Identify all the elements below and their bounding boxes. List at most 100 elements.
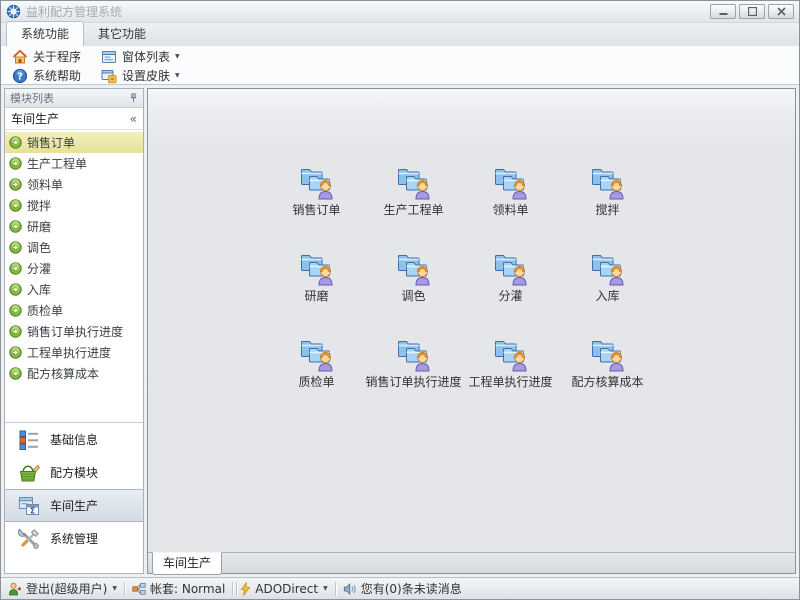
nav-formula-module[interactable]: 配方模块	[5, 456, 143, 489]
sidebar-bottom-pad	[5, 555, 143, 573]
folder-user-icon	[589, 249, 627, 286]
green-arrow-icon	[9, 178, 22, 191]
basket-icon	[17, 461, 41, 485]
shortcut-item[interactable]: 调色	[365, 249, 462, 305]
about-program-button[interactable]: 关于程序	[9, 48, 84, 65]
folder-user-icon	[298, 163, 336, 200]
shortcut-item[interactable]: 工程单执行进度	[462, 335, 559, 391]
workspace: 模块列表 车间生产 «	[1, 85, 799, 577]
sidebar-group-title: 车间生产	[11, 110, 59, 127]
close-button[interactable]	[768, 4, 794, 19]
system-help-label: 系统帮助	[33, 67, 81, 84]
ribbon-tab-row: 系统功能 其它功能	[1, 23, 799, 46]
sidebar-item[interactable]: 销售订单	[5, 132, 143, 153]
dropdown-arrow-icon: ▼	[112, 585, 117, 592]
minimize-button[interactable]	[710, 4, 736, 19]
shortcut-label: 分灌	[498, 287, 522, 304]
statusbar-separator	[124, 582, 125, 596]
dropdown-arrow-icon: ▼	[175, 72, 180, 79]
sidebar-item-label: 配方核算成本	[27, 365, 99, 382]
folder-user-icon	[298, 335, 336, 372]
sidebar-item[interactable]: 入库	[5, 279, 143, 300]
sidebar-item[interactable]: 销售订单执行进度	[5, 321, 143, 342]
shortcut-label: 搅拌	[595, 201, 619, 218]
green-arrow-icon	[9, 262, 22, 275]
sidebar-item[interactable]: 质检单	[5, 300, 143, 321]
title-bar: 益利配方管理系统	[1, 1, 799, 23]
shortcut-label: 入库	[595, 287, 619, 304]
shortcut-item[interactable]: 质检单	[268, 335, 365, 391]
svg-text:Σ: Σ	[30, 506, 35, 515]
green-arrow-icon	[9, 325, 22, 338]
tab-other-functions[interactable]: 其它功能	[84, 22, 160, 46]
set-skin-button[interactable]: 设置皮肤 ▼	[98, 67, 183, 84]
tab-system-functions[interactable]: 系统功能	[6, 21, 84, 46]
nav-system-management[interactable]: 系统管理	[5, 522, 143, 555]
shortcut-item[interactable]: 领料单	[462, 163, 559, 219]
sidebar-item[interactable]: 研磨	[5, 216, 143, 237]
shortcut-label: 生产工程单	[383, 201, 443, 218]
ado-direct-button[interactable]: ADODirect ▼	[240, 582, 327, 596]
folder-user-icon	[395, 163, 433, 200]
sidebar-item-label: 调色	[27, 239, 51, 256]
nav-system-management-label: 系统管理	[50, 530, 98, 547]
svg-text:?: ?	[17, 71, 23, 82]
tools-icon	[17, 527, 41, 551]
shortcut-item[interactable]: 销售订单	[268, 163, 365, 219]
green-arrow-icon	[9, 241, 22, 254]
lightning-icon	[240, 582, 251, 596]
ribbon-body: 关于程序 窗体列表 ▼	[1, 46, 799, 85]
shortcut-label: 调色	[401, 287, 425, 304]
shortcut-item[interactable]: 生产工程单	[365, 163, 462, 219]
system-help-button[interactable]: ? 系统帮助	[9, 67, 84, 84]
module-list: 销售订单 生产工程单	[5, 130, 143, 384]
collapse-chevron-icon[interactable]: «	[130, 112, 137, 126]
sidebar-item[interactable]: 生产工程单	[5, 153, 143, 174]
sidebar-spacer	[5, 384, 143, 422]
shortcut-item[interactable]: 研磨	[268, 249, 365, 305]
sidebar-item[interactable]: 工程单执行进度	[5, 342, 143, 363]
nav-basic-info-label: 基础信息	[50, 431, 98, 448]
skin-icon	[101, 68, 117, 84]
unread-messages-button[interactable]: 您有(0)条未读消息	[343, 580, 462, 597]
shortcut-item[interactable]: 分灌	[462, 249, 559, 305]
shortcut-grid: 销售订单	[268, 163, 656, 391]
ribbon-row-2: ? 系统帮助 设置皮肤 ▼	[5, 66, 799, 85]
sidebar-item[interactable]: 调色	[5, 237, 143, 258]
sidebar-item-label: 搅拌	[27, 197, 51, 214]
sidebar-item[interactable]: 领料单	[5, 174, 143, 195]
window-list-button[interactable]: 窗体列表 ▼	[98, 48, 183, 65]
logout-button[interactable]: 登出(超级用户) ▼	[8, 580, 117, 597]
shortcut-item[interactable]: 入库	[559, 249, 656, 305]
folder-user-icon	[589, 163, 627, 200]
statusbar-separator	[236, 582, 237, 596]
maximize-button[interactable]	[739, 4, 765, 19]
window-title: 益利配方管理系统	[26, 3, 122, 20]
bottom-tab-workshop[interactable]: 车间生产	[152, 552, 222, 575]
sidebar-item-label: 生产工程单	[27, 155, 87, 172]
window-list-icon	[101, 49, 117, 65]
sidebar-group-header: 车间生产 «	[5, 108, 143, 130]
sidebar-item[interactable]: 配方核算成本	[5, 363, 143, 384]
nav-basic-info[interactable]: 基础信息	[5, 423, 143, 456]
set-skin-label: 设置皮肤	[122, 67, 170, 84]
ado-direct-label: ADODirect	[255, 582, 318, 596]
sidebar-item[interactable]: 搅拌	[5, 195, 143, 216]
shortcut-label: 领料单	[492, 201, 528, 218]
workshop-icon: Σ	[17, 494, 41, 518]
folder-user-icon	[492, 335, 530, 372]
shortcut-item[interactable]: 搅拌	[559, 163, 656, 219]
ribbon-row-1: 关于程序 窗体列表 ▼	[5, 47, 799, 66]
shortcut-label: 销售订单执行进度	[365, 373, 461, 390]
shortcut-item[interactable]: 配方核算成本	[559, 335, 656, 391]
pin-icon[interactable]	[129, 93, 138, 103]
green-arrow-icon	[9, 136, 22, 149]
shortcut-label: 配方核算成本	[571, 373, 643, 390]
nav-workshop-production[interactable]: Σ 车间生产	[5, 489, 143, 522]
main-document-area: 销售订单	[147, 88, 796, 574]
shortcut-item[interactable]: 销售订单执行进度	[365, 335, 462, 391]
green-arrow-icon	[9, 157, 22, 170]
account-set-panel: 帐套: Normal	[132, 580, 225, 597]
sidebar-item[interactable]: 分灌	[5, 258, 143, 279]
green-arrow-icon	[9, 367, 22, 380]
